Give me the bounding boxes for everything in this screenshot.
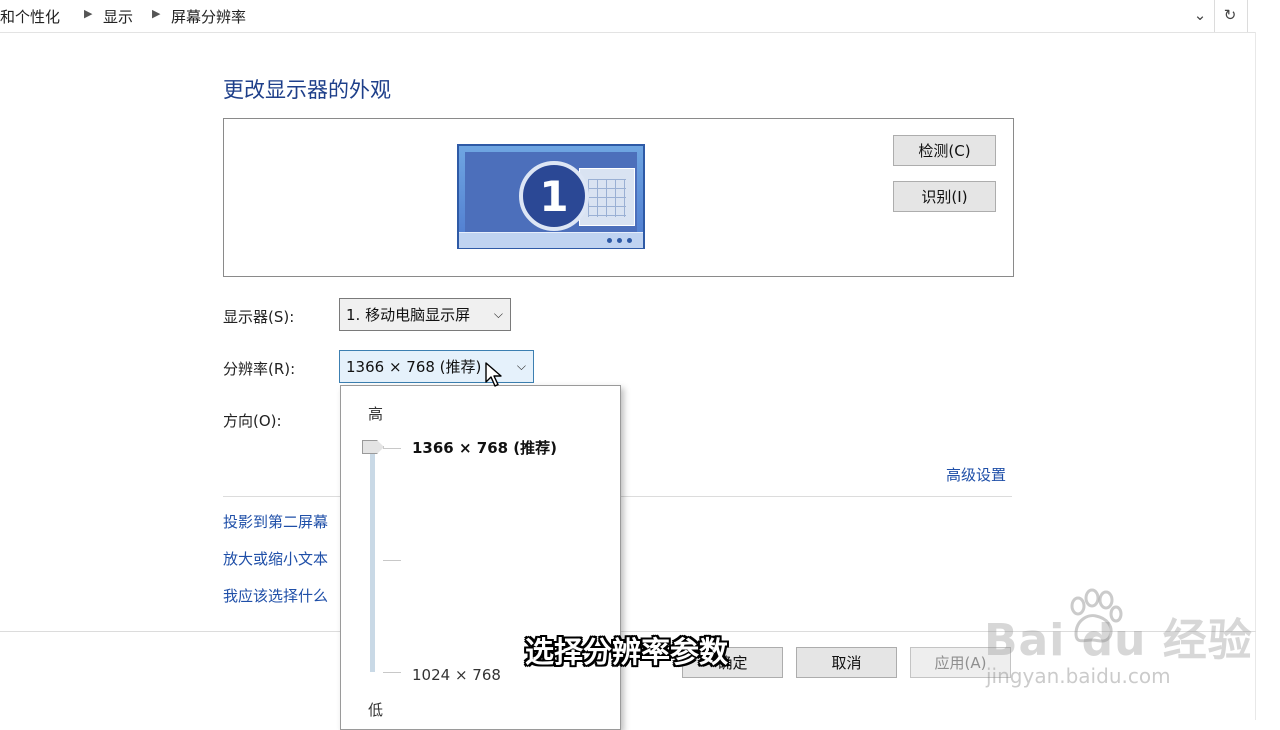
breadcrumb-appearance[interactable]: 和个性化: [0, 6, 60, 27]
orientation-label: 方向(O):: [223, 412, 282, 430]
refresh-icon[interactable]: ↻: [1216, 2, 1244, 28]
monitor-taskbar: [459, 232, 643, 248]
display-value: 1. 移动电脑显示屏: [346, 306, 471, 324]
baidu-watermark: Bai du 经验: [984, 615, 1253, 666]
monitor-screen: 1: [465, 152, 637, 232]
project-second-screen-link[interactable]: 投影到第二屏幕: [223, 511, 328, 532]
resolution-slider-thumb[interactable]: [362, 440, 384, 454]
resolution-slider-track[interactable]: [370, 446, 375, 672]
resolution-label: 分辨率(R):: [223, 360, 296, 378]
slider-tick: [383, 560, 401, 561]
dot-icon: [607, 238, 612, 243]
chevron-down-icon: ⌵: [516, 359, 526, 373]
window-grid: [588, 179, 626, 217]
monitor-number: 1: [519, 161, 589, 231]
detect-button[interactable]: 检测(C): [893, 135, 996, 166]
high-label: 高: [368, 405, 384, 423]
selected-resolution-option[interactable]: 1366 × 768 (推荐): [412, 437, 557, 458]
text-size-link[interactable]: 放大或缩小文本: [223, 548, 328, 569]
resolution-value: 1366 × 768 (推荐): [346, 358, 482, 376]
divider: [1247, 0, 1248, 32]
resolution-flyout: 高 1366 × 768 (推荐) 1024 × 768 低: [340, 385, 621, 730]
identify-button[interactable]: 识别(I): [893, 181, 996, 212]
display-label: 显示器(S):: [223, 308, 295, 326]
chevron-down-icon: ⌵: [493, 307, 503, 321]
watermark-url: jingyan.baidu.com: [986, 664, 1171, 688]
low-label: 低: [368, 701, 384, 719]
history-dropdown-icon[interactable]: ⌄: [1186, 2, 1214, 28]
advanced-settings-link[interactable]: 高级设置: [946, 464, 1006, 485]
help-choose-link[interactable]: 我应该选择什么: [223, 585, 328, 606]
breadcrumb-resolution[interactable]: 屏幕分辨率: [171, 6, 246, 27]
breadcrumb-separator-icon: ▶: [152, 7, 161, 20]
dot-icon: [617, 238, 622, 243]
cancel-button[interactable]: 取消: [796, 647, 897, 678]
mouse-cursor-icon: [485, 362, 502, 387]
breadcrumb-display[interactable]: 显示: [103, 6, 133, 27]
page-title: 更改显示器的外观: [223, 78, 391, 102]
dot-icon: [627, 238, 632, 243]
resolution-select[interactable]: 1366 × 768 (推荐) ⌵: [339, 350, 534, 383]
min-resolution-option[interactable]: 1024 × 768: [412, 666, 501, 684]
breadcrumb-separator-icon: ▶: [84, 7, 93, 20]
slider-tick: [383, 672, 401, 673]
vertical-scrollbar[interactable]: [1255, 32, 1280, 720]
video-caption: 选择分辨率参数: [525, 635, 729, 669]
display-select[interactable]: 1. 移动电脑显示屏 ⌵: [339, 298, 511, 331]
divider: [1214, 0, 1215, 32]
slider-tick: [383, 448, 401, 449]
monitor-1-icon[interactable]: 1: [457, 144, 645, 249]
